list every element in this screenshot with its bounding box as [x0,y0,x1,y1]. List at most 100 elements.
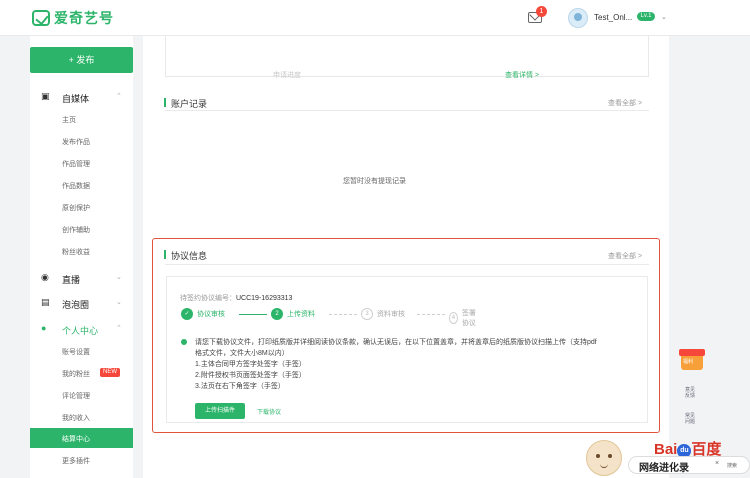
chevron-up-icon: ⌃ [116,93,122,100]
check-icon: ✓ [181,308,193,320]
sidebar: + 发布 ▣ 自媒体 ⌃ 主页 发布作品 作品管理 作品数据 原创保护 创作辅助… [30,36,133,478]
logo-text: 爱奇艺号 [54,10,114,26]
divider [165,110,649,111]
instruction-line: 2.附件授权书页面签处签字（手签） [195,372,306,379]
step-3: 3 资料审核 [361,308,405,320]
logo-check-icon [32,10,50,26]
step-number: 2 [271,308,283,320]
instruction-line: 请您下载协议文件，打印纸质版并详细阅读协议条款，确认无误后，在以下位置盖章，并将… [195,339,597,346]
watermark-text: 网络进化录 [639,463,689,474]
instruction-line: 格式文件，文件大小8M以内） [195,350,289,357]
user-icon: ● [41,323,47,333]
sidebar-section-label: 泡泡圈 [62,300,90,310]
step-2: 2 上传资料 [271,308,315,320]
sidebar-item-account-settings[interactable]: 账号设置 [30,341,133,361]
chevron-down-icon: ⌄ [116,274,122,281]
publish-button[interactable]: + 发布 [30,47,133,73]
instruction-line: 1.主体合同甲方签字处签字（手签） [195,361,306,368]
sidebar-section-personal[interactable]: ● 个人中心 ⌃ [30,319,133,339]
account-record-title: 账户记录 [163,98,208,109]
step-label: 签署协议 [461,310,476,327]
step-connector [417,314,445,315]
sidebar-item-label: 结算中心 [62,436,90,443]
step-number: 3 [361,308,373,320]
sidebar-item-original-protect[interactable]: 原创保护 [30,197,133,217]
new-badge: NEW [100,368,120,377]
top-bar: 爱奇艺号 1 Test_Onl... Lv.1 ⌄ [0,0,750,36]
chevron-down-icon: ⌄ [116,299,122,306]
sidebar-item-label: 账号设置 [62,349,90,356]
gift-lid [679,349,705,356]
logo[interactable]: 爱奇艺号 [32,8,114,28]
progress-card: 申请进度 查看详情 > [143,36,669,92]
bubble-icon: ▤ [41,297,50,307]
sidebar-item-publish-works[interactable]: 发布作品 [30,131,133,151]
faq-button[interactable]: 常见 问题 [680,413,700,425]
chevron-down-icon[interactable]: ⌄ [661,13,667,21]
sidebar-item-label: 粉丝收益 [62,249,90,256]
account-record-card: 账户记录 查看全部 > 您暂时没有提现记录 [143,92,669,232]
empty-record-text: 您暂时没有提现记录 [343,178,406,185]
watermark-bar: 网络进化录 × 搜索 [628,456,750,474]
sidebar-item-home[interactable]: 主页 [30,109,133,129]
username[interactable]: Test_Onl... [594,13,632,22]
sidebar-section-bubble[interactable]: ▤ 泡泡圈 ⌄ [30,293,133,313]
agreement-number: 待签约协议编号：UCC19-16293313 [180,293,292,303]
sidebar-item-label: 更多插件 [62,458,90,465]
sidebar-section-live[interactable]: ◉ 直播 ⌄ [30,268,133,288]
close-icon[interactable]: × [715,460,719,467]
sidebar-section-media[interactable]: ▣ 自媒体 ⌃ [30,87,133,107]
account-view-all-link[interactable]: 查看全部 > [608,98,642,108]
level-badge: Lv.1 [637,12,655,21]
sidebar-item-label: 原创保护 [62,205,90,212]
progress-steps: ✓ 协议审核 2 上传资料 3 资料审核 4 签署协议 [181,308,481,327]
sidebar-item-label: 创作辅助 [62,227,90,234]
radio-icon [181,339,187,345]
step-label: 协议审核 [197,311,225,318]
sidebar-item-label: 评论管理 [62,393,90,400]
sidebar-item-more-plugins[interactable]: 更多插件 [30,450,133,470]
sidebar-item-comments[interactable]: 评论管理 [30,385,133,405]
sidebar-item-my-income[interactable]: 我的收入 [30,407,133,427]
sidebar-item-label: 我的粉丝 [62,371,90,378]
agreement-number-value: UCC19-16293313 [236,295,293,302]
step-1: ✓ 协议审核 [181,308,225,320]
view-detail-link[interactable]: 查看详情 > [505,70,539,80]
agreement-panel: 待签约协议编号：UCC19-16293313 ✓ 协议审核 2 上传资料 3 资… [166,276,648,423]
gift-icon[interactable]: 福利 [678,344,706,372]
sidebar-item-creation-assist[interactable]: 创作辅助 [30,219,133,239]
sidebar-section-label: 直播 [62,275,81,285]
sidebar-item-my-fans[interactable]: 我的粉丝 NEW [30,363,133,383]
gift-text: 福利 [683,359,694,365]
instruction-line: 3.法页在右下角签字（手签） [195,383,285,390]
sidebar-item-label: 我的收入 [62,415,90,422]
cat-mascot-icon [586,440,622,476]
sidebar-item-label: 作品数据 [62,183,90,190]
sidebar-item-label: 作品管理 [62,161,90,168]
media-icon: ▣ [41,91,50,101]
sidebar-item-label: 发布作品 [62,139,90,146]
upload-scan-button[interactable]: 上传扫描件 [195,403,245,419]
progress-card-inner [165,36,649,77]
step-4: 4 签署协议 [449,308,481,328]
search-label[interactable]: 搜索 [727,462,737,469]
step-connector [239,314,267,315]
step-number: 4 [449,312,458,324]
progress-text: 申请进度 [273,72,301,79]
sidebar-section-label: 个人中心 [62,326,99,336]
agreement-number-label: 待签约协议编号： [180,295,236,302]
sidebar-item-works-data[interactable]: 作品数据 [30,175,133,195]
download-agreement-link[interactable]: 下载协议 [257,407,281,416]
sidebar-item-fans-income[interactable]: 粉丝收益 [30,241,133,261]
step-connector [329,314,357,315]
sidebar-section-label: 自媒体 [62,94,90,104]
step-label: 上传资料 [287,311,315,318]
live-icon: ◉ [41,272,49,282]
sidebar-item-settlement[interactable]: 结算中心 [30,428,133,448]
sidebar-item-label: 主页 [62,117,76,124]
feedback-button[interactable]: 意见 反馈 [680,387,700,399]
upload-instructions: 请您下载协议文件，打印纸质版并详细阅读协议条款，确认无误后，在以下位置盖章，并将… [181,337,641,392]
avatar[interactable] [568,8,588,28]
sidebar-item-works-manage[interactable]: 作品管理 [30,153,133,173]
chevron-up-icon: ⌃ [116,325,122,332]
